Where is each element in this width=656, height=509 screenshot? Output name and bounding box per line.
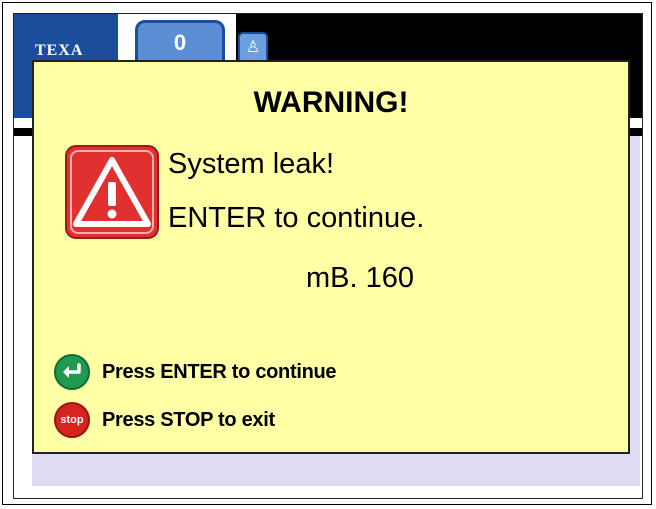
stop-action[interactable]: stop Press STOP to exit: [54, 402, 275, 438]
enter-action[interactable]: Press ENTER to continue: [54, 354, 337, 390]
message-line-1: System leak!: [168, 148, 334, 180]
enter-label: Press ENTER to continue: [102, 360, 337, 383]
stop-icon[interactable]: stop: [54, 402, 90, 438]
user-icon: ♙: [245, 39, 261, 56]
logo-text: TEXA: [35, 42, 84, 59]
stop-icon-text: stop: [60, 414, 84, 426]
warning-dialog: WARNING! System leak! ENTER to continue.…: [32, 60, 630, 454]
message-line-2: ENTER to continue.: [168, 202, 425, 234]
stop-label: Press STOP to exit: [102, 408, 275, 431]
enter-icon[interactable]: [54, 354, 90, 390]
pressure-value: mB. 160: [306, 262, 414, 294]
dialog-title: WARNING!: [253, 86, 409, 119]
enter-arrow-glyph: [63, 363, 81, 378]
warning-triangle-icon: [65, 145, 159, 239]
